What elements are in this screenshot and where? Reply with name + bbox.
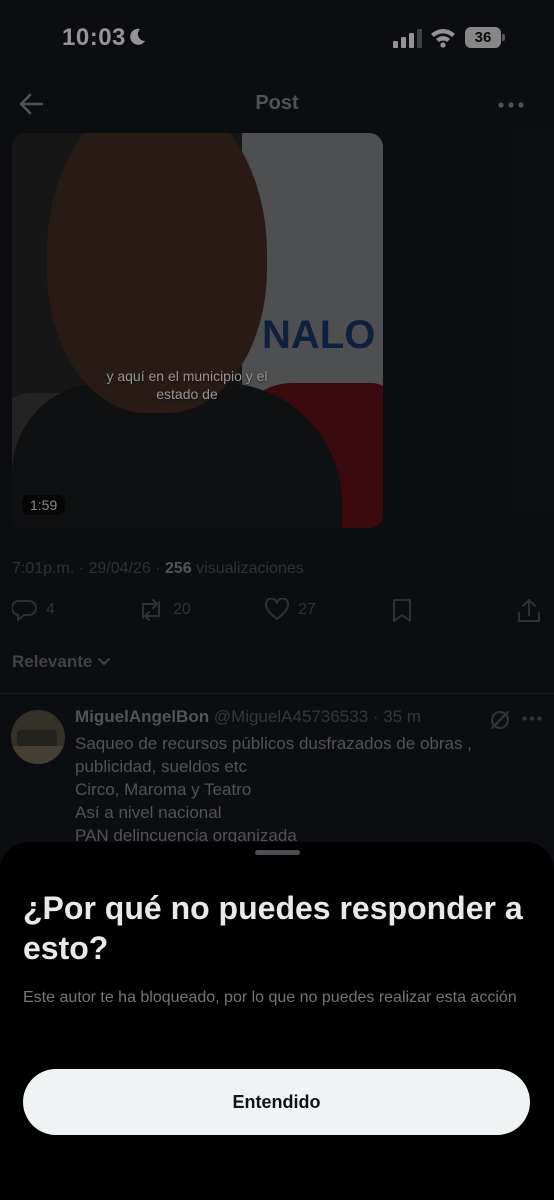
sheet-message: Este autor te ha bloqueado, por lo que n… <box>23 989 517 1006</box>
understood-button[interactable]: Entendido <box>23 1069 530 1135</box>
sheet-drag-handle[interactable] <box>255 850 300 855</box>
sheet-title: ¿Por qué no puedes responder a esto? <box>23 890 523 966</box>
post-screen: 10:03 36 Post NALO y aquí en el municipi… <box>0 0 554 1200</box>
